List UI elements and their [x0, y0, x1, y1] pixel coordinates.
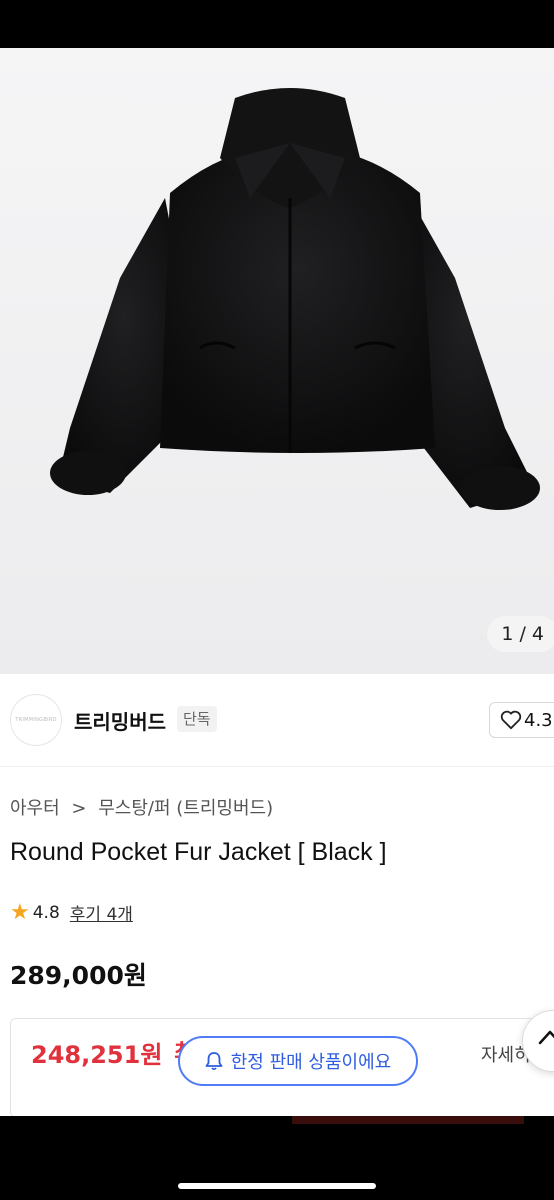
brand-logo[interactable]: TRIMMINGBIRD [10, 694, 62, 746]
product-title: Round Pocket Fur Jacket [ Black ] [10, 838, 387, 866]
bell-icon [205, 1052, 223, 1071]
breadcrumb-subcategory[interactable]: 무스탕/퍼 (트리밍버드) [98, 798, 273, 819]
product-price: 289,000원 [10, 961, 147, 990]
rating-value: 4.8 [32, 902, 60, 923]
bottom-bar-accent [292, 1116, 524, 1124]
brand-name[interactable]: 트리밍버드 [74, 706, 166, 735]
home-indicator[interactable] [178, 1183, 376, 1189]
breadcrumb-category[interactable]: 아우터 [10, 798, 60, 819]
sale-price: 248,251원 [31, 1041, 163, 1069]
brand-row[interactable]: TRIMMINGBIRD 트리밍버드 단독 4.3 [0, 674, 554, 767]
image-counter: 1 / 4 [487, 616, 554, 652]
limited-sale-toast: 한정 판매 상품이에요 [178, 1036, 418, 1086]
status-bar [0, 0, 554, 48]
reviews-link[interactable]: 후기 4개 [70, 900, 133, 925]
like-button[interactable]: 4.3 [489, 702, 554, 738]
product-image-carousel[interactable]: 1 / 4 [0, 48, 554, 674]
product-page: 1 / 4 TRIMMINGBIRD 트리밍버드 단독 4.3 아우터 > 무스… [0, 48, 554, 1116]
rating-row: ★ 4.8 후기 4개 [10, 900, 133, 925]
chevron-up-icon [538, 1030, 554, 1045]
exclusive-badge: 단독 [177, 706, 217, 732]
like-count: 4.3 [524, 709, 553, 731]
star-icon: ★ [10, 900, 30, 925]
heart-icon [500, 710, 522, 730]
jacket-image [50, 88, 540, 510]
chevron-right-icon: > [71, 798, 87, 819]
toast-text: 한정 판매 상품이에요 [230, 1052, 392, 1073]
breadcrumb: 아우터 > 무스탕/퍼 (트리밍버드) [10, 794, 279, 820]
